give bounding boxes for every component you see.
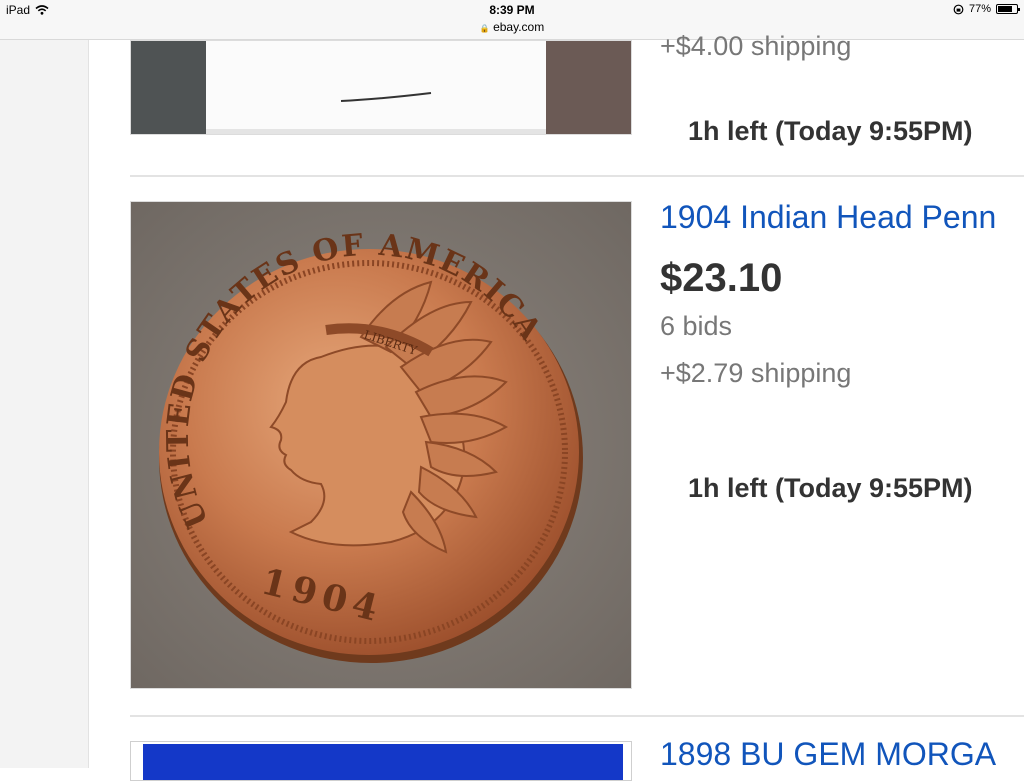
- listing-title-link[interactable]: 1898 BU GEM MORGA: [660, 736, 1024, 773]
- listing-shipping: +$4.00 shipping: [660, 31, 852, 61]
- listing-thumbnail[interactable]: LIBERTY UNITED STATES OF AMERICA 1904: [130, 201, 632, 689]
- listing-shipping: +$2.79 shipping: [660, 358, 852, 388]
- listing-info: 1904 Indian Head Penn $23.10 6 bids +$2.…: [660, 199, 1024, 389]
- indian-head-penny-photo: LIBERTY UNITED STATES OF AMERICA 1904: [131, 202, 631, 688]
- url-text: ebay.com: [493, 20, 545, 34]
- listing-item[interactable]: 1898 BU GEM MORGA: [130, 736, 1024, 781]
- page-gutter: [0, 40, 89, 768]
- listing-divider: [130, 175, 1024, 177]
- lock-icon: 🔒: [479, 24, 490, 33]
- listing-info: 1898 BU GEM MORGA: [660, 736, 1024, 773]
- listing-bids: 6 bids: [660, 311, 733, 341]
- listing-divider: [130, 715, 1024, 717]
- coin-slab-photo: [143, 744, 623, 780]
- status-right: 77%: [953, 3, 1020, 15]
- battery-icon: [996, 4, 1020, 14]
- listing-item[interactable]: +$4.00 shipping 1h left (Today 9:55PM): [130, 31, 1024, 177]
- listing-price: $23.10: [660, 256, 783, 300]
- listing-time-left: 1h left (Today 9:55PM): [688, 473, 973, 503]
- listing-thumbnail[interactable]: [130, 741, 632, 781]
- listing-title-link[interactable]: 1904 Indian Head Penn: [660, 199, 1024, 236]
- listing-info: +$4.00 shipping: [660, 31, 1024, 62]
- battery-fill: [998, 6, 1012, 12]
- listing-time-left: 1h left (Today 9:55PM): [688, 116, 973, 146]
- coin-holder-photo: [131, 41, 631, 134]
- clock: 8:39 PM: [489, 3, 535, 17]
- listing-item[interactable]: LIBERTY UNITED STATES OF AMERICA 1904 19…: [130, 199, 1024, 690]
- listing-thumbnail[interactable]: [130, 40, 632, 135]
- orientation-lock-icon: [953, 4, 964, 14]
- battery-percent: 77%: [968, 3, 991, 15]
